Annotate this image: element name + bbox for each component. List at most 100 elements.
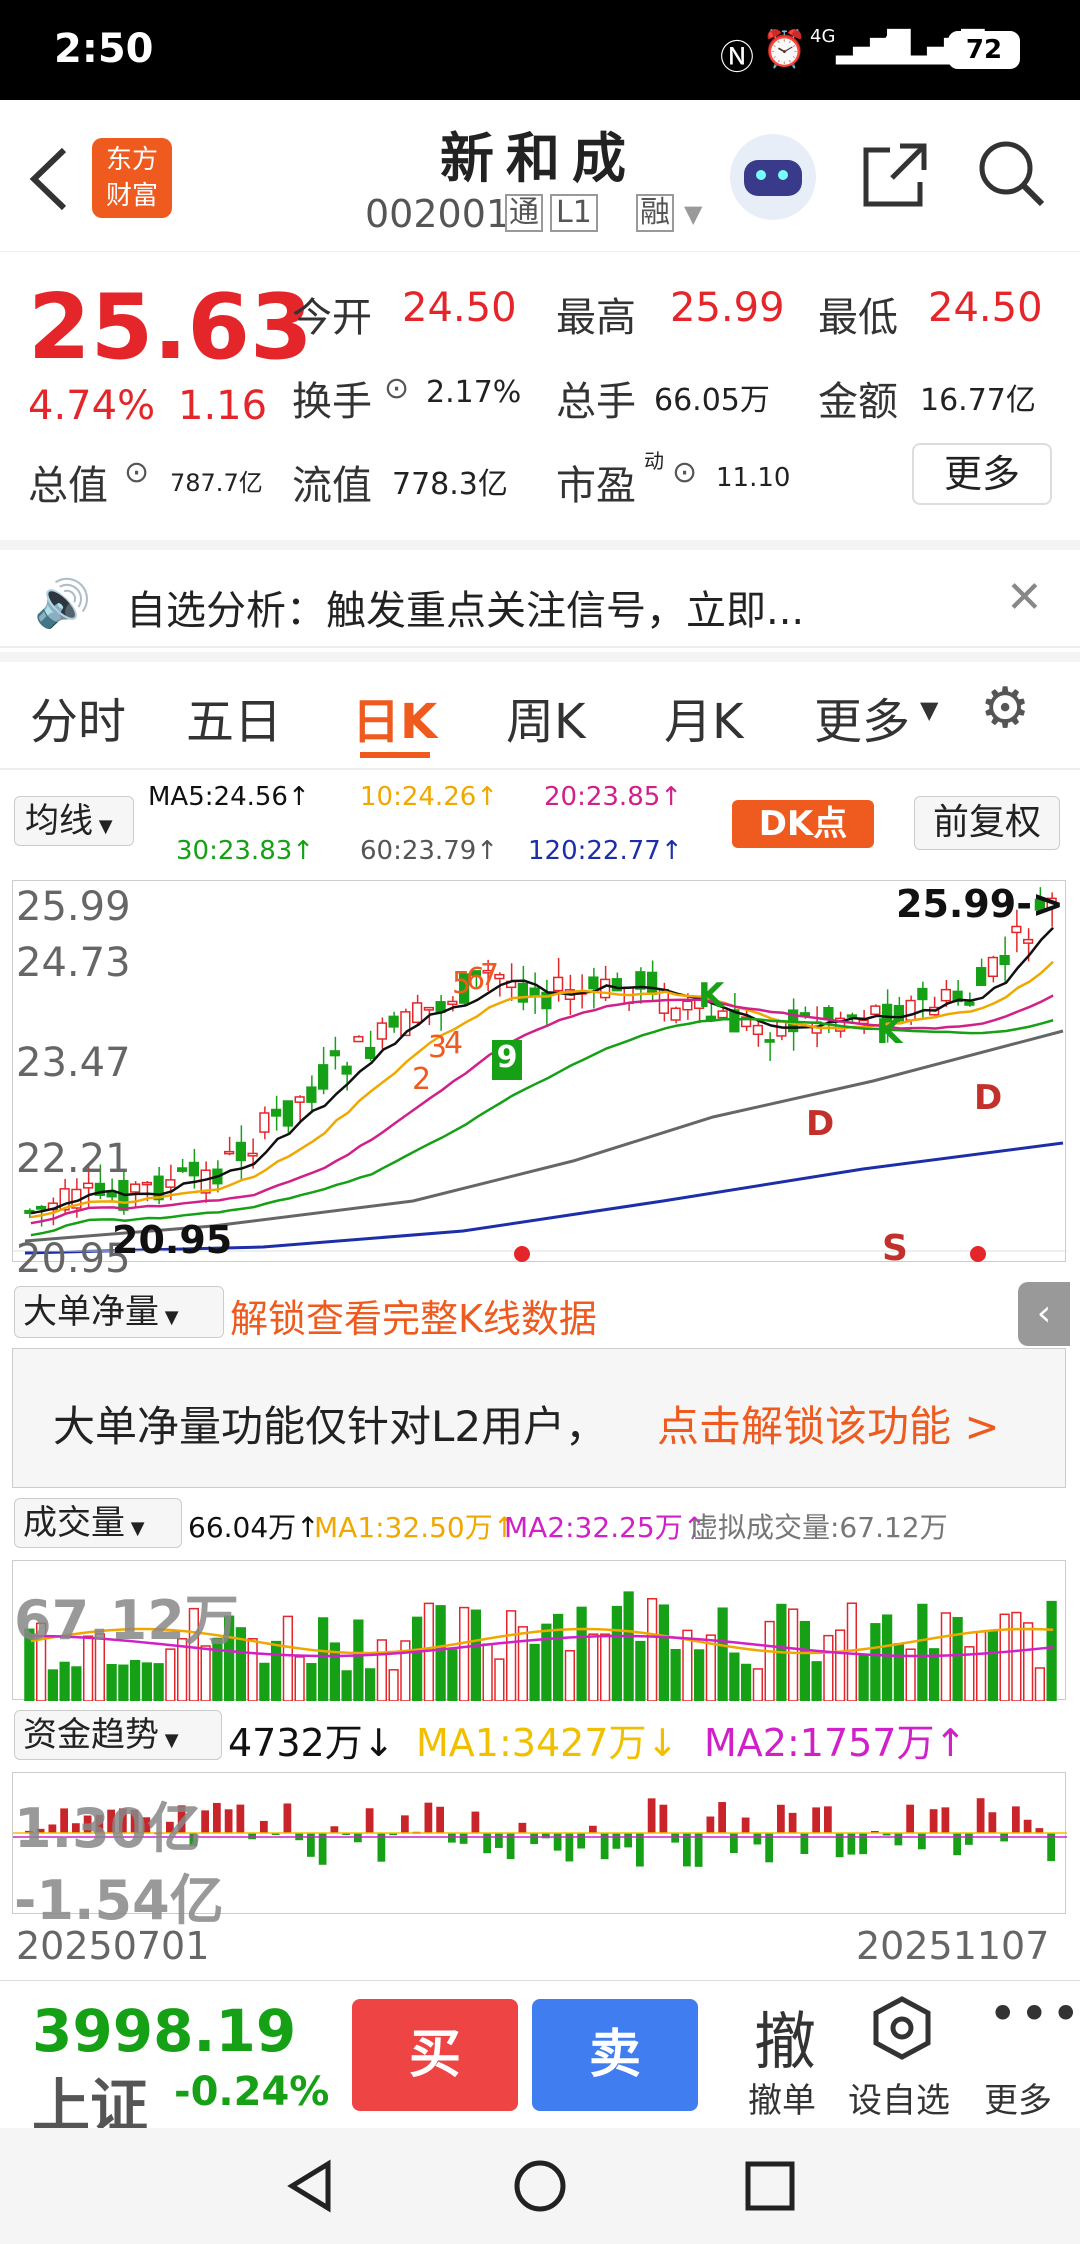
fund-ma2: MA2:1757万↑	[704, 1721, 967, 1765]
fund-bar	[260, 1820, 268, 1833]
more-button[interactable]: 更多	[984, 2073, 1052, 2122]
speaker-icon: 🔊	[34, 576, 92, 630]
volume-select-label: 成交量	[23, 1503, 125, 1543]
tab-fenshi[interactable]: 分时	[30, 682, 126, 752]
info-icon[interactable]: ⊙	[124, 455, 149, 490]
l2-lock-panel[interactable]: 大单净量功能仅针对L2用户， 点击解锁该功能 >	[12, 1348, 1066, 1488]
info-icon[interactable]: ⊙	[672, 455, 697, 490]
back-icon[interactable]	[26, 144, 70, 214]
candle-body	[247, 1152, 258, 1157]
volume-bar	[811, 1661, 822, 1702]
volume-bar	[130, 1659, 141, 1702]
fuquan-button[interactable]: 前复权	[914, 796, 1060, 850]
dropdown-icon[interactable]: ▼	[684, 200, 702, 228]
fund-bar	[730, 1833, 738, 1854]
info-icon[interactable]: ⊙	[384, 371, 409, 406]
volume-bar	[447, 1649, 458, 1702]
cancel-order-icon[interactable]: 撤	[754, 1991, 816, 2081]
ma-select[interactable]: 均线 ▼	[14, 796, 134, 846]
fund-bar	[671, 1833, 679, 1843]
volume-bar	[47, 1669, 58, 1702]
candle-body	[271, 1108, 282, 1117]
volume-select[interactable]: 成交量 ▼	[14, 1498, 182, 1548]
fund-bar	[694, 1833, 703, 1867]
fund-bar	[224, 1809, 233, 1833]
fund-value: 4732万↓	[228, 1721, 395, 1765]
search-icon[interactable]	[976, 138, 1048, 210]
fund-bar	[800, 1833, 809, 1854]
tab-yuek[interactable]: 月K	[664, 682, 743, 752]
fund-bar	[365, 1808, 374, 1833]
collapse-tab-icon[interactable]: ‹	[1018, 1282, 1070, 1346]
volume-bar	[247, 1638, 258, 1702]
count-2: 2	[412, 1062, 432, 1097]
fund-bar	[859, 1833, 867, 1855]
l2-unlock-link[interactable]: 点击解锁该功能 >	[657, 1393, 1000, 1454]
bigorder-select[interactable]: 大单净量 ▼	[14, 1286, 224, 1338]
fund-select[interactable]: 资金趋势 ▼	[14, 1710, 222, 1760]
tab-wuri[interactable]: 五日	[186, 682, 282, 752]
candle-body	[917, 987, 928, 1001]
float-value: 778.3亿	[392, 467, 508, 502]
hexagon-icon[interactable]	[872, 1995, 932, 2061]
kline-chart-area[interactable]	[12, 880, 1067, 1262]
candle-body	[588, 976, 599, 990]
fund-bar	[741, 1817, 750, 1833]
volume-bar	[729, 1652, 740, 1702]
candle-body	[964, 1001, 975, 1006]
buy-button[interactable]: 买	[352, 1999, 518, 2111]
tab-zhouk[interactable]: 周K	[506, 682, 585, 752]
nav-home-icon[interactable]	[512, 2158, 568, 2214]
pe-sup: 动	[644, 449, 664, 473]
high-label: 最高	[556, 295, 636, 341]
candle-body	[329, 1050, 340, 1057]
candle-body	[318, 1064, 329, 1090]
volume-bar	[529, 1643, 540, 1702]
nav-recents-icon[interactable]	[744, 2160, 796, 2212]
volume-bar	[670, 1648, 681, 1702]
volume-bar	[752, 1668, 763, 1702]
fund-ma1: MA1:3427万↓	[416, 1721, 679, 1765]
gear-icon[interactable]: ⚙	[980, 676, 1030, 741]
unlock-kline-link[interactable]: 解锁查看完整K线数据	[230, 1288, 597, 1343]
more-quote-button[interactable]: 更多	[912, 443, 1052, 505]
index-value[interactable]: 3998.19	[32, 1997, 296, 2065]
nav-back-icon[interactable]	[282, 2158, 338, 2214]
robot-avatar[interactable]	[730, 134, 816, 220]
add-favorite-button[interactable]: 设自选	[848, 2073, 950, 2122]
ma120-value: 120:22.77↑	[528, 836, 683, 866]
system-nav-bar	[0, 2128, 1080, 2244]
sell-button[interactable]: 卖	[532, 1999, 698, 2111]
fund-bar	[718, 1802, 726, 1833]
chevron-down-icon: ▼	[920, 696, 939, 724]
notice-bar[interactable]: 🔊 自选分析：触发重点关注信号，立即... ✕	[0, 540, 1080, 648]
candle-body	[846, 1014, 857, 1018]
mcap-label: 总值	[28, 463, 108, 509]
cancel-order-button[interactable]: 撤单	[748, 2073, 816, 2122]
volume-bar	[1023, 1622, 1034, 1702]
candle-body	[224, 1150, 235, 1155]
turnover-label: 换手	[292, 379, 372, 425]
candle-body	[670, 1007, 681, 1021]
signal-dot	[514, 1246, 530, 1262]
close-icon[interactable]: ✕	[1006, 572, 1043, 623]
fund-bar	[530, 1833, 538, 1845]
more-dots-icon[interactable]: •••	[988, 1985, 1080, 2043]
dk-point-button[interactable]: DK点	[732, 800, 874, 848]
high-marker: 25.99->	[896, 882, 1064, 926]
volume-bar	[976, 1631, 987, 1702]
candle-body	[259, 1112, 270, 1133]
change-pct: 4.74%	[28, 383, 156, 429]
fund-bar	[788, 1812, 797, 1833]
volume-bar	[858, 1654, 869, 1702]
volume-bar	[470, 1609, 481, 1702]
tab-rik[interactable]: 日K	[352, 682, 437, 752]
tab-more[interactable]: 更多	[814, 682, 910, 752]
fund-bar	[812, 1807, 820, 1833]
fund-bar	[612, 1833, 621, 1849]
fund-bar	[965, 1833, 973, 1845]
bigorder-select-label: 大单净量	[23, 1292, 159, 1332]
share-icon[interactable]	[860, 140, 930, 210]
candle-body	[388, 1015, 399, 1028]
volume-bar	[658, 1604, 669, 1702]
